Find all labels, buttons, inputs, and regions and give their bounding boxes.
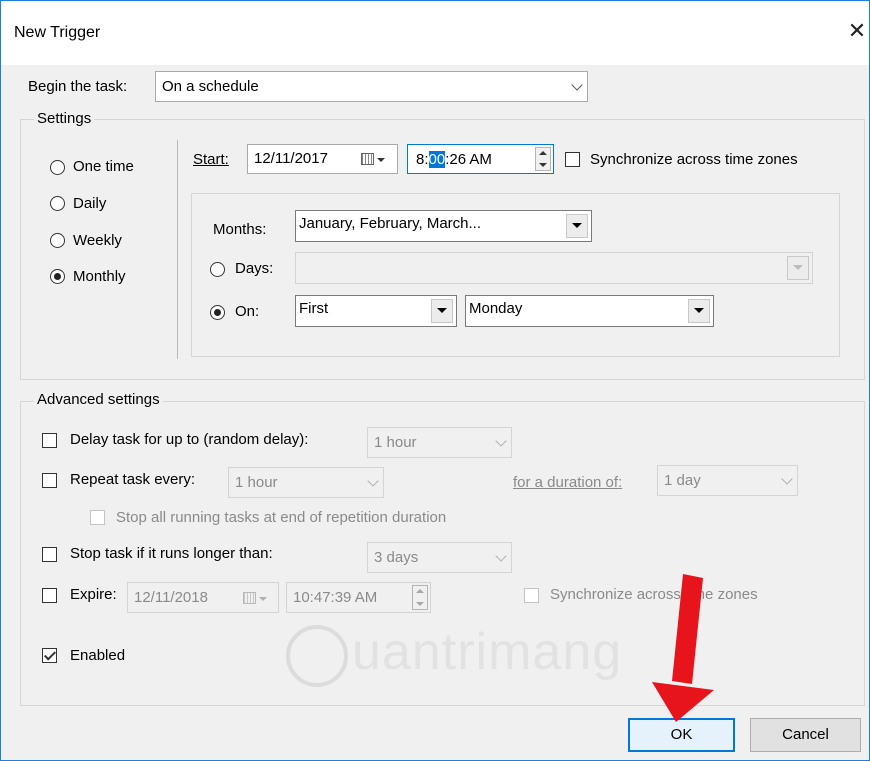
cancel-button[interactable]: Cancel <box>750 718 861 752</box>
stop-select[interactable]: 3 days <box>367 542 512 573</box>
sync-timezones-checkbox[interactable] <box>565 152 580 167</box>
spinner-buttons[interactable] <box>535 147 551 171</box>
radio-daily[interactable] <box>50 196 65 211</box>
on-week-select[interactable]: First <box>295 295 457 327</box>
expire-date-picker[interactable]: 12/11/2018 <box>127 582 279 613</box>
close-icon[interactable]: ✕ <box>844 15 870 47</box>
delay-task-checkbox[interactable] <box>42 433 57 448</box>
chevron-down-icon <box>495 434 507 447</box>
dialog-title: New Trigger <box>14 24 101 41</box>
stop-all-checkbox[interactable] <box>90 510 105 525</box>
on-day-select[interactable]: Monday <box>465 295 714 327</box>
radio-on[interactable] <box>210 305 225 320</box>
enabled-label: Enabled <box>70 647 126 664</box>
repeat-task-label: Repeat task every: <box>70 471 196 488</box>
dropdown-arrow-icon <box>259 597 267 601</box>
dropdown-button <box>431 299 453 323</box>
calendar-icon <box>243 592 256 604</box>
dropdown-arrow-icon <box>793 265 803 270</box>
start-date-picker[interactable]: 12/11/2017 <box>247 144 398 174</box>
start-time-minute-selected: 00 <box>428 151 446 168</box>
delay-select[interactable]: 1 hour <box>367 427 512 458</box>
months-value: January, February, March... <box>299 214 482 232</box>
settings-legend: Settings <box>34 110 95 127</box>
expire-checkbox[interactable] <box>42 588 57 603</box>
radio-weekly[interactable] <box>50 233 65 248</box>
dropdown-button <box>688 299 710 323</box>
arrow-head <box>652 682 714 722</box>
weekly-label: Weekly <box>73 232 122 249</box>
months-label: Months: <box>213 221 267 238</box>
duration-select[interactable]: 1 day <box>657 465 798 496</box>
months-select[interactable]: January, February, March... <box>295 210 592 242</box>
dropdown-arrow-icon <box>572 223 582 228</box>
spinner-buttons[interactable] <box>412 585 428 610</box>
arrow-shaft <box>672 574 703 684</box>
chevron-down-icon <box>495 549 507 562</box>
on-label: On: <box>235 303 260 320</box>
repeat-task-checkbox[interactable] <box>42 473 57 488</box>
spin-up-icon <box>539 151 547 155</box>
stop-task-label: Stop task if it runs longer than: <box>70 545 273 562</box>
begin-task-label: Begin the task: <box>28 78 128 95</box>
calendar-icon <box>361 153 374 165</box>
days-select[interactable] <box>295 252 813 284</box>
watermark-logo-icon <box>286 625 348 687</box>
radio-monthly[interactable] <box>50 269 65 284</box>
sync-timezones-label: Synchronize across time zones <box>590 151 798 168</box>
expire-label: Expire: <box>70 586 117 603</box>
stop-all-label: Stop all running tasks at end of repetit… <box>116 509 447 526</box>
dropdown-arrow-icon <box>377 158 385 162</box>
on-week-value: First <box>299 299 329 317</box>
begin-task-select[interactable]: On a schedule <box>155 71 588 102</box>
expire-sync-checkbox[interactable] <box>524 588 539 603</box>
title-bar: New Trigger ✕ <box>1 1 869 65</box>
dropdown-arrow-icon <box>694 308 704 313</box>
radio-days[interactable] <box>210 262 225 277</box>
chevron-down-icon <box>367 474 379 487</box>
delay-task-label: Delay task for up to (random delay): <box>70 431 309 448</box>
expire-time-spinner[interactable]: 10:47:39 AM <box>286 582 431 613</box>
red-arrow-annotation <box>652 574 714 722</box>
start-time-text: 8:00:26 AM <box>416 151 492 168</box>
start-time-hour: 8: <box>416 151 429 168</box>
enabled-checkbox[interactable] <box>42 648 57 663</box>
start-label: Start: <box>193 151 229 168</box>
expire-time-value: 10:47:39 AM <box>293 589 378 606</box>
settings-divider <box>177 140 178 359</box>
begin-task-value: On a schedule <box>162 77 259 95</box>
chevron-down-icon <box>781 472 793 485</box>
spin-down-icon <box>416 602 424 606</box>
repeat-value: 1 hour <box>235 473 278 491</box>
monthly-label: Monthly <box>73 268 126 285</box>
spin-up-icon <box>416 589 424 593</box>
checkmark-icon <box>43 648 57 661</box>
stop-task-checkbox[interactable] <box>42 547 57 562</box>
one-time-label: One time <box>73 158 134 175</box>
days-label: Days: <box>235 260 274 277</box>
start-time-rest: :26 AM <box>445 151 492 168</box>
start-date-value: 12/11/2017 <box>254 150 328 168</box>
chevron-down-icon <box>571 78 583 91</box>
radio-one-time[interactable] <box>50 160 65 175</box>
expire-date-value: 12/11/2018 <box>134 588 208 606</box>
duration-value: 1 day <box>664 471 701 489</box>
delay-value: 1 hour <box>374 433 417 451</box>
watermark-text: uantrimang <box>352 623 623 681</box>
dropdown-button <box>566 214 588 238</box>
duration-label: for a duration of: <box>513 474 623 491</box>
dropdown-button <box>787 256 809 280</box>
stop-value: 3 days <box>374 548 419 566</box>
spin-down-icon <box>539 163 547 167</box>
advanced-settings-legend: Advanced settings <box>34 391 163 408</box>
repeat-select[interactable]: 1 hour <box>228 467 384 498</box>
dropdown-arrow-icon <box>437 308 447 313</box>
daily-label: Daily <box>73 195 107 212</box>
start-time-spinner[interactable]: 8:00:26 AM <box>407 144 554 174</box>
on-day-value: Monday <box>469 299 523 317</box>
